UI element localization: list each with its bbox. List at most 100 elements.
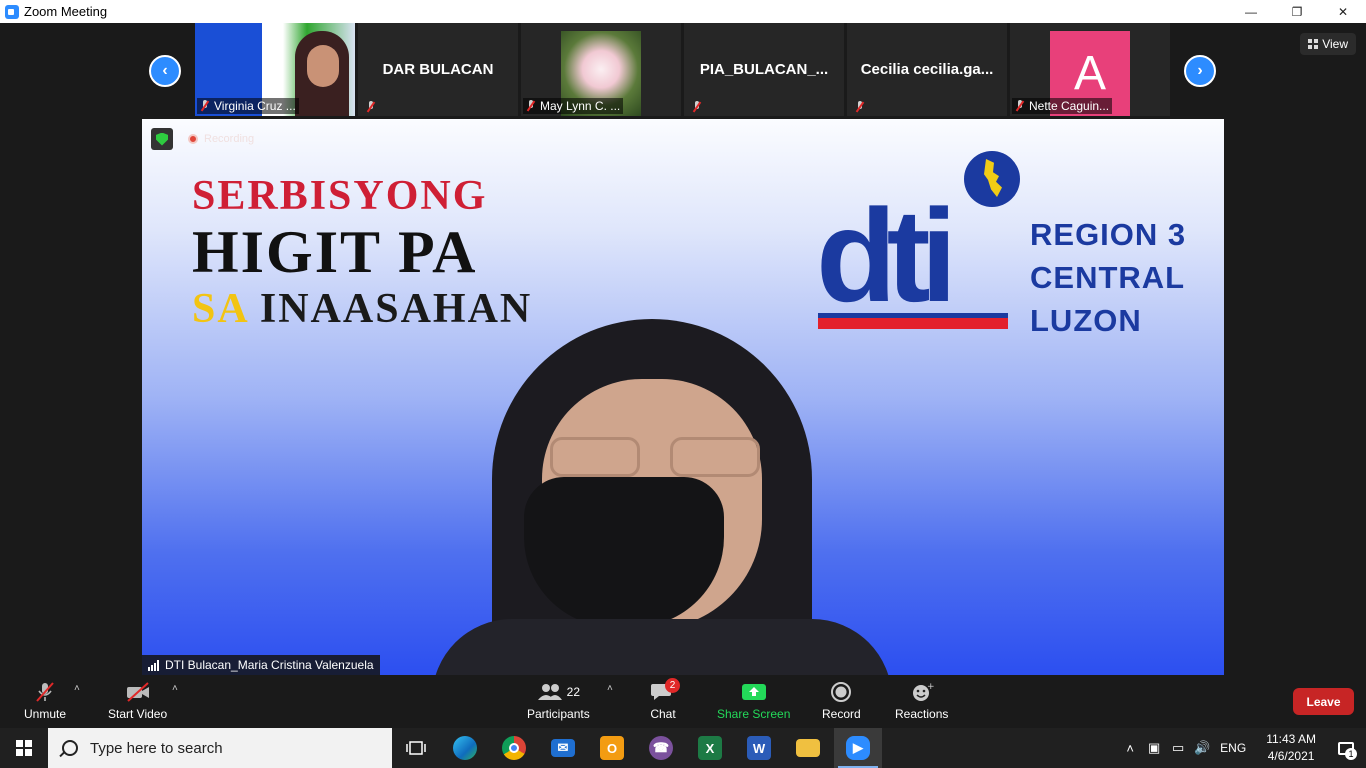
strip-next-button[interactable]: › xyxy=(1184,55,1216,87)
volume-icon[interactable]: 🔊 xyxy=(1190,728,1214,768)
video-options-caret-icon[interactable]: ˄ xyxy=(172,683,178,694)
taskbar-edge[interactable] xyxy=(441,728,489,768)
chat-badge: 2 xyxy=(665,678,680,693)
strip-prev-button[interactable]: ‹ xyxy=(149,55,181,87)
participant-tile-dar-bulacan[interactable]: DAR BULACAN xyxy=(358,23,518,116)
share-screen-label: Share Screen xyxy=(717,707,791,721)
language-indicator[interactable]: ENG xyxy=(1220,741,1246,755)
participants-caret-icon[interactable]: ˄ xyxy=(607,683,613,694)
start-video-label: Start Video xyxy=(108,707,168,721)
chat-button[interactable]: 2 Chat xyxy=(650,678,680,725)
reactions-button[interactable]: + Reactions xyxy=(895,681,948,725)
philippines-globe-icon xyxy=(964,151,1020,207)
folder-icon xyxy=(796,739,820,757)
window-titlebar: Zoom Meeting — ❐ ✕ xyxy=(0,0,1366,23)
active-speaker-video: Recording SERBISYONG HIGIT PA SA INAASAH… xyxy=(142,119,1224,675)
speaker-body xyxy=(432,619,892,675)
grid-view-icon xyxy=(1308,39,1319,49)
share-screen-button[interactable]: Share Screen xyxy=(717,681,790,725)
participants-count: 22 xyxy=(566,685,581,699)
viber-icon: ☎ xyxy=(649,736,673,760)
window-title: Zoom Meeting xyxy=(24,4,108,19)
record-button[interactable]: Record xyxy=(822,681,861,725)
participant-name: Virginia Cruz ... xyxy=(214,99,296,113)
zoom-app-icon xyxy=(5,4,19,19)
record-label: Record xyxy=(822,707,861,721)
taskbar-word[interactable]: W xyxy=(735,728,783,768)
network-icon[interactable]: ▭ xyxy=(1166,728,1190,768)
task-view-icon xyxy=(406,741,426,755)
taskbar-excel[interactable]: X xyxy=(686,728,734,768)
chevron-left-icon: ‹ xyxy=(162,62,168,79)
region-line-1: REGION 3 xyxy=(1030,217,1187,252)
participant-tile-nette[interactable]: A Nette Caguin... xyxy=(1010,23,1170,116)
mic-muted-icon xyxy=(1015,100,1025,112)
taskbar-mail[interactable]: ✉ xyxy=(539,728,587,768)
reactions-label: Reactions xyxy=(895,707,949,721)
leave-button[interactable]: Leave xyxy=(1293,688,1354,715)
participant-name: Cecilia cecilia.ga... xyxy=(860,61,994,78)
chat-label: Chat xyxy=(650,707,676,721)
recording-label: Recording xyxy=(204,133,255,145)
participant-tile-pia-bulacan[interactable]: PIA_BULACAN_... xyxy=(684,23,844,116)
excel-icon: X xyxy=(698,736,722,760)
participant-tile-cecilia[interactable]: Cecilia cecilia.ga... xyxy=(847,23,1007,116)
task-view-button[interactable] xyxy=(392,728,440,768)
unmute-label: Unmute xyxy=(24,707,67,721)
view-button[interactable]: View xyxy=(1300,33,1356,55)
clock[interactable]: 11:43 AM 4/6/2021 xyxy=(1266,731,1316,765)
unmute-button[interactable]: Unmute xyxy=(24,681,66,725)
minimize-button[interactable]: — xyxy=(1228,0,1274,23)
video-off-icon xyxy=(126,682,149,702)
recording-dot-icon xyxy=(188,134,198,144)
meet-now-icon[interactable]: ▣ xyxy=(1142,728,1166,768)
windows-logo-icon xyxy=(16,740,32,756)
search-icon xyxy=(62,740,78,756)
record-icon xyxy=(831,682,852,702)
outlook-icon: O xyxy=(600,736,624,760)
region-line-2: CENTRAL xyxy=(1030,260,1186,295)
share-screen-icon xyxy=(741,684,766,700)
reactions-smiley-icon: + xyxy=(912,682,934,701)
start-video-button[interactable]: Start Video xyxy=(108,681,167,725)
system-tray: ˄ ▣ ▭ 🔊 ENG 11:43 AM 4/6/2021 1 xyxy=(1118,728,1366,768)
participant-name: May Lynn C. ... xyxy=(540,99,621,113)
security-shield-icon[interactable] xyxy=(151,128,173,150)
participants-button[interactable]: 22 Participants xyxy=(527,681,590,725)
taskbar-zoom[interactable]: ▶ xyxy=(834,728,882,768)
region-line-3: LUZON xyxy=(1030,303,1142,338)
participant-tile-virginia[interactable]: Virginia Cruz ... xyxy=(195,23,355,116)
speaker-person xyxy=(432,319,892,675)
participant-name: DAR BULACAN xyxy=(382,61,494,78)
meeting-area: ‹ Virginia Cruz ... DAR BULACAN May Lynn… xyxy=(0,23,1366,675)
close-button[interactable]: ✕ xyxy=(1320,0,1366,23)
taskbar-outlook[interactable]: O xyxy=(588,728,636,768)
participant-caption: Nette Caguin... xyxy=(1012,98,1113,114)
taskbar-search[interactable]: Type here to search xyxy=(48,728,392,768)
mic-muted-icon xyxy=(36,682,54,702)
mic-muted-icon xyxy=(200,100,210,112)
mic-muted-icon xyxy=(692,101,702,113)
audio-options-caret-icon[interactable]: ˄ xyxy=(74,683,80,694)
mic-muted-icon xyxy=(526,100,536,112)
action-center-button[interactable]: 1 xyxy=(1326,728,1366,768)
speaker-glasses xyxy=(550,437,760,481)
participant-caption: Virginia Cruz ... xyxy=(197,98,299,114)
recording-indicator: Recording xyxy=(188,133,254,145)
participant-face-virginia xyxy=(307,45,339,87)
taskbar-file-explorer[interactable] xyxy=(784,728,832,768)
taskbar-chrome[interactable] xyxy=(490,728,538,768)
participant-tile-may-lynn[interactable]: May Lynn C. ... xyxy=(521,23,681,116)
chevron-right-icon: › xyxy=(1197,62,1203,79)
taskbar-viber[interactable]: ☎ xyxy=(637,728,685,768)
speaker-name: DTI Bulacan_Maria Cristina Valenzuela xyxy=(165,658,374,672)
chevron-up-icon[interactable]: ˄ xyxy=(1118,728,1142,768)
restore-button[interactable]: ❐ xyxy=(1274,0,1320,23)
start-button[interactable] xyxy=(0,728,48,768)
zoom-icon: ▶ xyxy=(846,736,870,760)
clock-date: 4/6/2021 xyxy=(1267,749,1315,763)
dti-logo-text: dti xyxy=(816,182,957,329)
participant-name: PIA_BULACAN_... xyxy=(699,61,829,78)
meeting-controls: Unmute ˄ Start Video ˄ 22 Participants ˄… xyxy=(0,675,1366,728)
chrome-icon xyxy=(502,736,526,760)
